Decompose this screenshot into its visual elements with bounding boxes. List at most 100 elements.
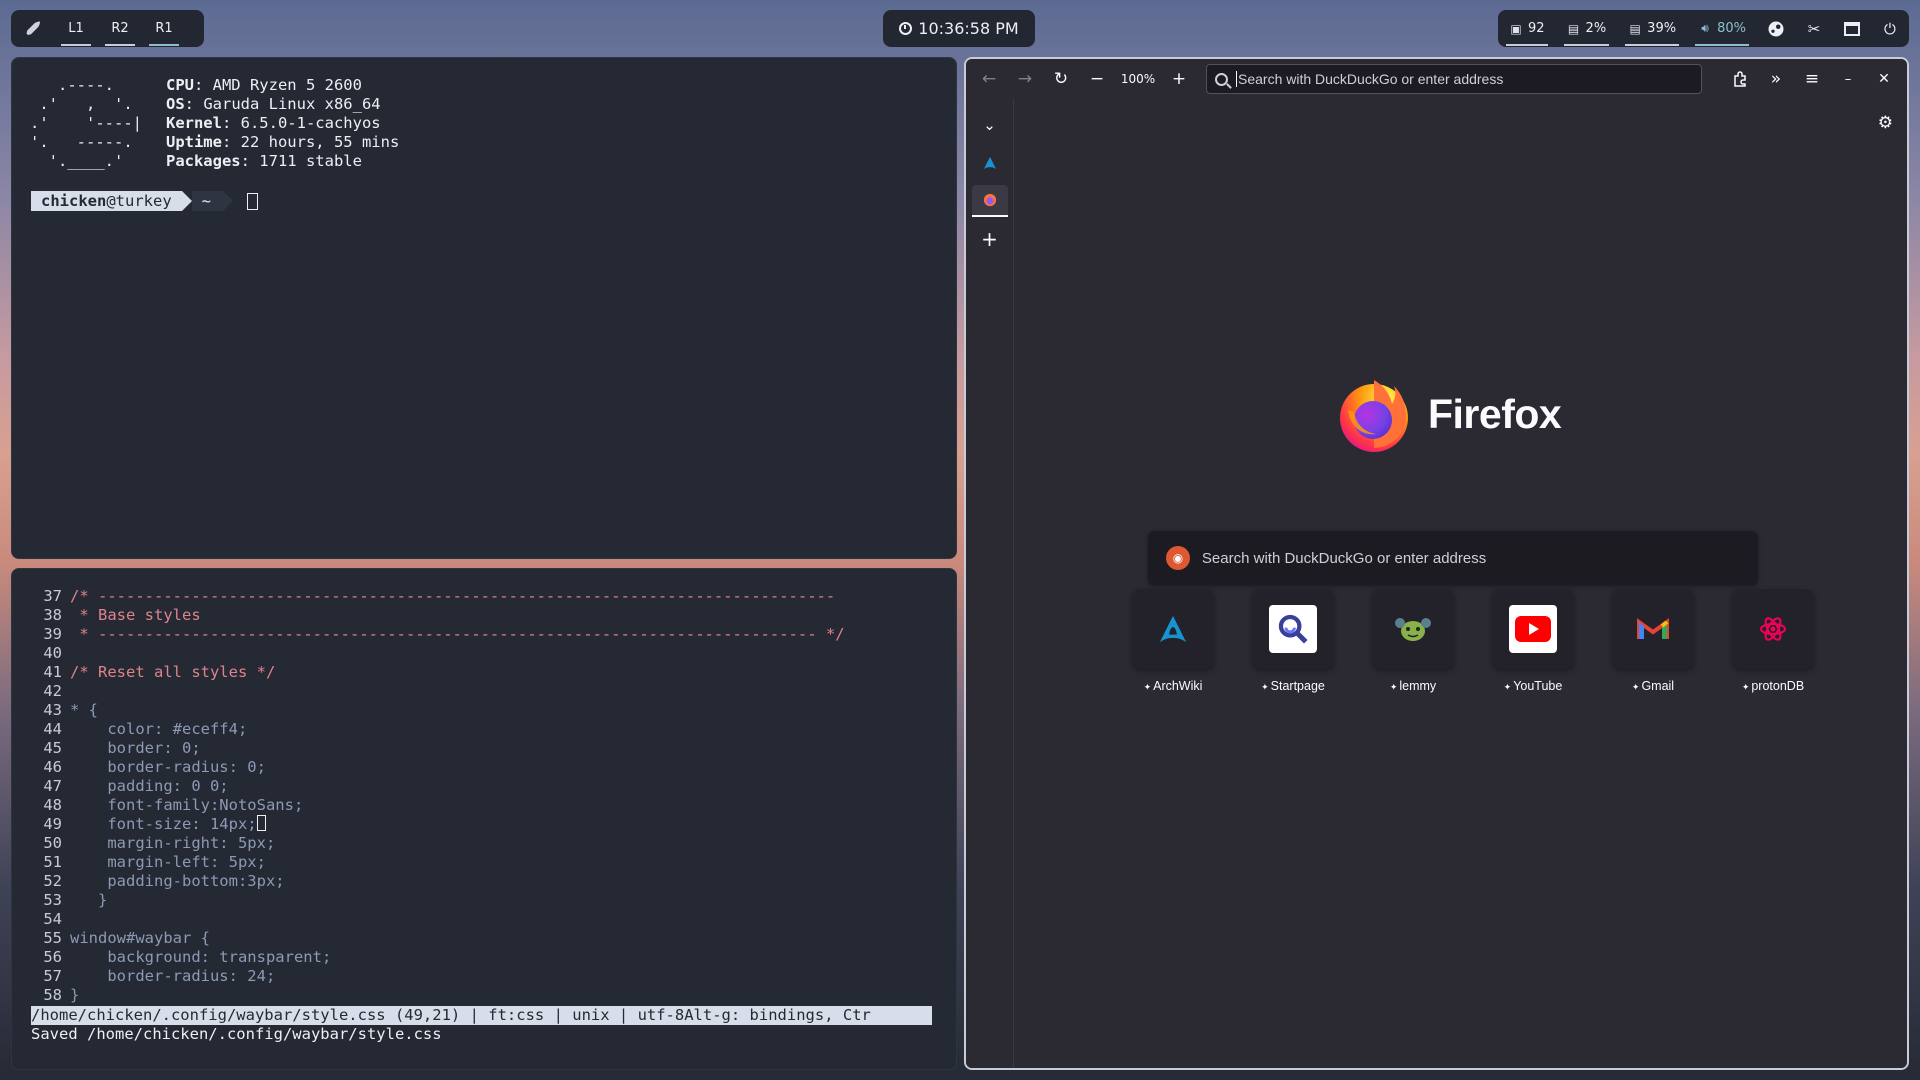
code-line[interactable]: 40 [30,644,845,663]
editor-statusline: /home/chicken/.config/waybar/style.css (… [31,1006,932,1025]
tab-archwiki[interactable] [972,147,1008,179]
window-icon[interactable] [1841,18,1863,40]
info-row: Kernel: 6.5.0-1-cachyos [165,114,381,132]
tab-sidebar: ⌄ + [966,99,1014,1068]
terminal-cursor[interactable] [247,192,258,210]
editor-message: Saved /home/chicken/.config/waybar/style… [31,1025,442,1043]
rocket-launcher-icon[interactable] [21,16,47,42]
gmail-icon [1612,589,1694,669]
code-line[interactable]: 56 background: transparent; [30,948,845,967]
shortcut-youtube[interactable]: ✦ YouTube [1492,589,1574,693]
code-line[interactable]: 52 padding-bottom:3px; [30,872,845,891]
new-tab-page: ⚙︎ Firefox ◉ Search with DuckDuckGo or e… [1014,99,1907,1068]
line-number: 50 [43,834,62,852]
new-tab-button[interactable]: + [972,223,1008,255]
power-icon[interactable]: ⏻︎ [1879,18,1901,40]
extensions-icon[interactable] [1725,64,1755,94]
shortcut-protondb[interactable]: ✦ protonDB [1732,589,1814,693]
code-line[interactable]: 54 [30,910,845,929]
code-line[interactable]: 47 padding: 0 0; [30,777,845,796]
line-number: 48 [43,796,62,814]
pin-icon: ✦ [1503,682,1512,692]
back-button[interactable]: ← [974,64,1004,94]
code-line[interactable]: 46 border-radius: 0; [30,758,845,777]
reload-button[interactable]: ↻ [1046,64,1076,94]
url-input[interactable] [1238,71,1678,87]
nav-toolbar: ← → ↻ − 100% + » ≡ – ✕ [966,59,1907,99]
gear-icon[interactable]: ⚙︎ [1878,113,1893,133]
clock-text: 10:36:58 PM [918,19,1019,38]
shortcut-label: YouTube [1513,679,1563,693]
memory-module[interactable]: ▤ 39% [1625,14,1680,46]
line-number: 37 [43,587,62,605]
code-line[interactable]: 51 margin-left: 5px; [30,853,845,872]
close-icon[interactable]: ✕ [1869,64,1899,94]
prompt-user-segment: chicken @turkey [31,191,182,211]
volume-module[interactable]: 🔊︎ 80% [1695,14,1749,46]
code-line[interactable]: 49 font-size: 14px; [30,815,845,834]
line-text: * --------------------------------------… [70,625,845,643]
updates-module[interactable]: ▣ 92 [1506,14,1548,46]
shortcut-label: Gmail [1641,679,1675,693]
cpu-module[interactable]: ▤ 2% [1563,14,1610,46]
line-number: 52 [43,872,62,890]
tab-newtab[interactable] [971,185,1008,217]
hamburger-menu-icon[interactable]: ≡ [1797,64,1827,94]
overflow-chevron-icon[interactable]: » [1761,64,1791,94]
line-number: 58 [43,986,62,1004]
shortcut-gmail[interactable]: ✦ Gmail [1612,589,1694,693]
code-line[interactable]: 58} [30,986,845,1005]
code-line[interactable]: 57 border-radius: 24; [30,967,845,986]
code-line[interactable]: 48 font-family:NotoSans; [30,796,845,815]
code-line[interactable]: 55 window#waybar { [30,929,845,948]
waybar-clock[interactable]: 10:36:58 PM [883,10,1035,47]
zoom-level[interactable]: 100% [1118,72,1158,86]
youtube-icon [1492,589,1574,669]
hero-search-input[interactable] [1201,549,1740,567]
neofetch-output: .----. .' , '. .' '----| '. -----. '.___… [30,76,399,171]
zoom-out-button[interactable]: − [1082,64,1112,94]
code-line[interactable]: 39 * -----------------------------------… [30,625,845,644]
hero-search-box[interactable]: ◉ [1148,531,1758,585]
code-line[interactable]: 43 * { [30,701,845,720]
waybar-right: ▣ 92 ▤ 2% ▤ 39% 🔊︎ 80% ✂︎ ⏻︎ [1498,10,1909,47]
steam-icon[interactable] [1765,18,1787,40]
garuda-ascii-logo: .----. .' , '. .' '----| '. -----. '.___… [30,76,142,170]
info-row: Uptime: 22 hours, 55 mins [165,133,400,151]
editor-window[interactable]: 37 /* -----------------------------------… [11,568,957,1070]
code-line[interactable]: 38 * Base styles [30,606,845,625]
line-text: border: 0; [70,739,201,757]
forward-button[interactable]: → [1010,64,1040,94]
minimize-icon[interactable]: – [1833,64,1863,94]
code-line[interactable]: 42 [30,682,845,701]
code-line[interactable]: 45 border: 0; [30,739,845,758]
code-line[interactable]: 44 color: #eceff4; [30,720,845,739]
code-line[interactable]: 53 } [30,891,845,910]
chevron-down-icon[interactable]: ⌄ [972,109,1008,141]
firefox-window[interactable]: ← → ↻ − 100% + » ≡ – ✕ ⌄ + ⚙︎ [964,57,1909,1070]
line-number: 44 [43,720,62,738]
code-line[interactable]: 41 /* Reset all styles */ [30,663,845,682]
url-bar[interactable] [1206,64,1702,94]
workspace-button-l1[interactable]: L1 [61,14,91,46]
workspace-button-r2[interactable]: R2 [105,14,135,46]
tools-icon[interactable]: ✂︎ [1803,18,1825,40]
clock-icon [899,22,913,35]
line-number: 53 [43,891,62,909]
info-row: CPU: AMD Ryzen 5 2600 [165,76,362,94]
code-line[interactable]: 50 margin-right: 5px; [30,834,845,853]
code-line[interactable]: 37 /* -----------------------------------… [30,587,845,606]
info-row: OS: Garuda Linux x86_64 [165,95,381,113]
line-number: 41 [43,663,62,681]
line-text: border-radius: 0; [70,758,266,776]
memory-usage: 39% [1647,21,1677,36]
zoom-in-button[interactable]: + [1164,64,1194,94]
code-editor[interactable]: 37 /* -----------------------------------… [30,587,845,1005]
shortcut-archwiki[interactable]: ✦ ArchWiki [1132,589,1214,693]
prompt-dir-segment: ~ [191,191,223,211]
workspace-button-r1[interactable]: R1 [149,14,179,46]
terminal-window[interactable]: .----. .' , '. .' '----| '. -----. '.___… [11,57,957,559]
shortcut-lemmy[interactable]: ✦ lemmy [1372,589,1454,693]
shortcut-startpage[interactable]: ✦ Startpage [1252,589,1334,693]
line-text: window#waybar { [70,929,210,947]
